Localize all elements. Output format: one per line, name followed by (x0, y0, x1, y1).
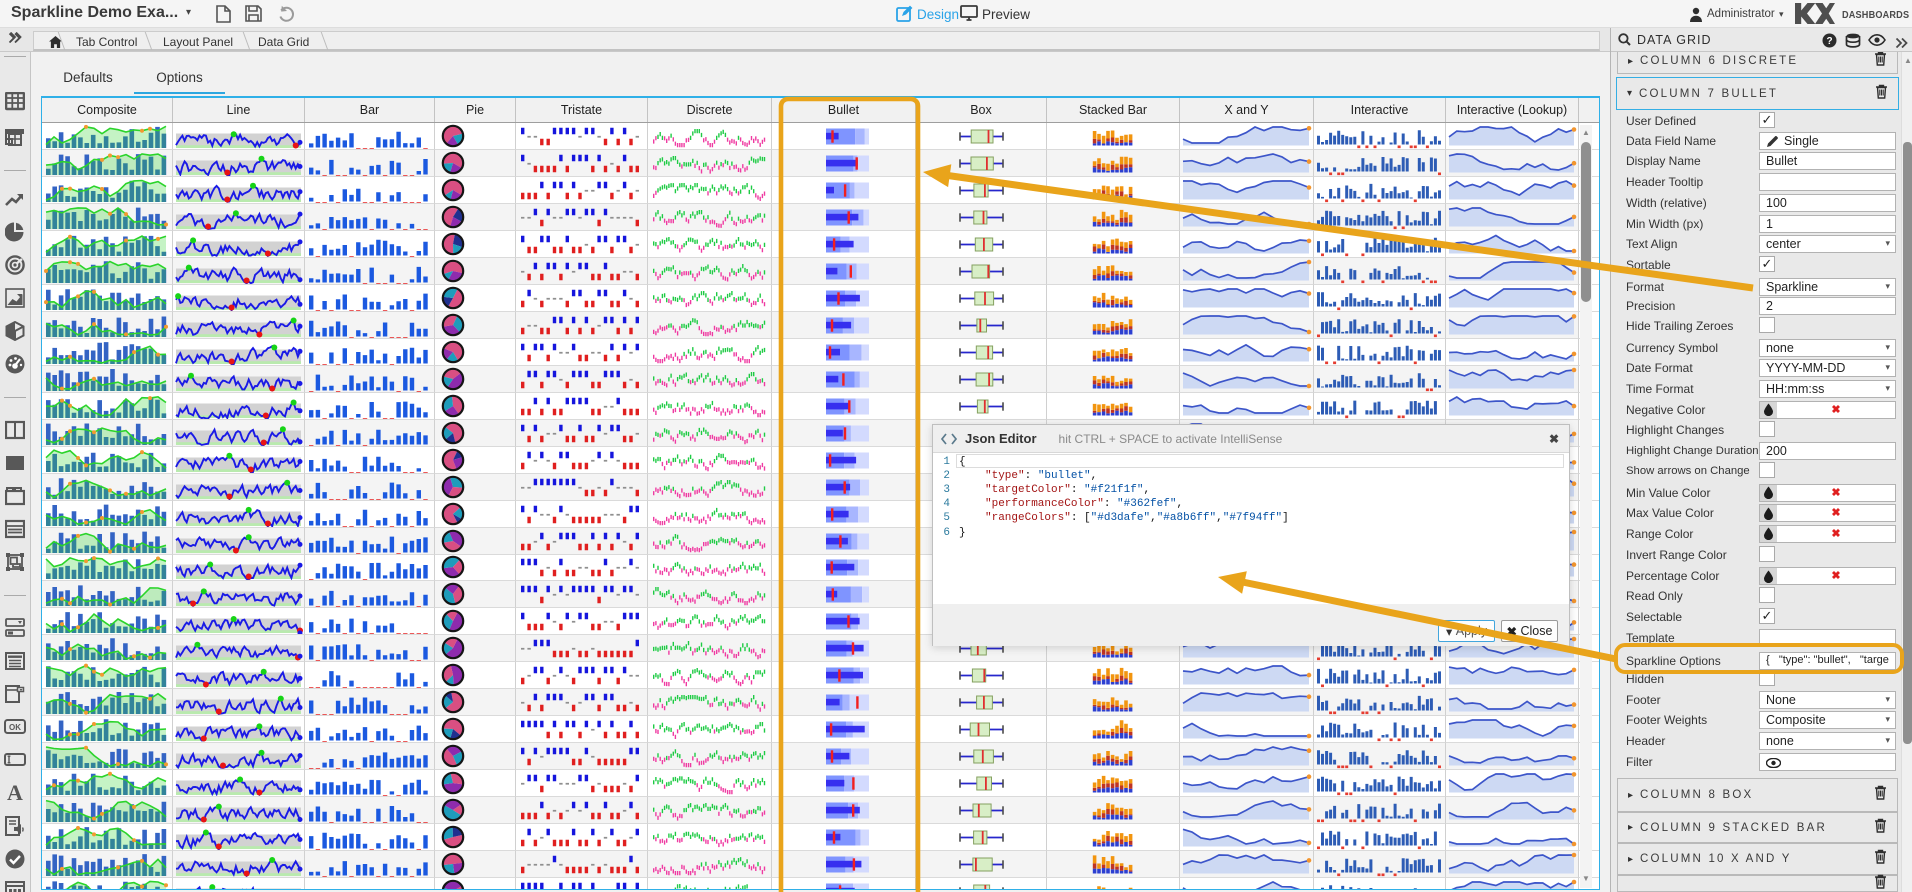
svg-text:OK: OK (9, 723, 21, 732)
svg-text:?: ? (1826, 36, 1832, 47)
